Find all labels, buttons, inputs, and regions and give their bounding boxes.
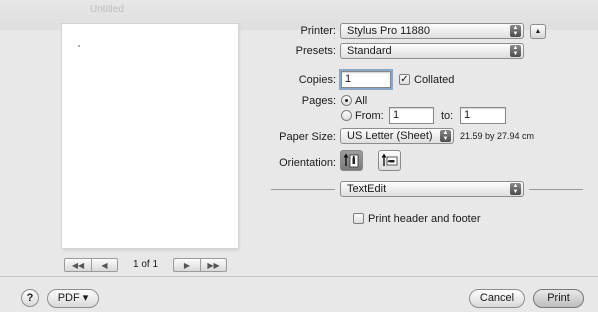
footer-divider <box>0 276 598 277</box>
landscape-orientation-button[interactable] <box>378 150 401 171</box>
preview-content-dot <box>78 45 80 47</box>
pages-all-label: All <box>355 95 368 107</box>
next-page-button[interactable]: ▶ <box>174 259 200 271</box>
last-page-button[interactable]: ▶▶ <box>200 259 226 271</box>
collated-checkbox[interactable]: ✓ <box>399 74 410 85</box>
presets-value: Standard <box>347 45 392 57</box>
disclosure-button[interactable]: ▲ <box>530 24 546 39</box>
copies-field[interactable]: 1 <box>339 69 393 90</box>
printer-select[interactable]: Stylus Pro 11880 ▲ ▼ <box>340 23 524 39</box>
section-divider-right <box>529 189 583 190</box>
triangle-up-icon: ▲ <box>534 28 542 35</box>
cancel-button[interactable]: Cancel <box>469 289 525 308</box>
background-window-title: Untitled <box>90 4 124 15</box>
print-preview-page <box>62 24 238 248</box>
collated-label: Collated <box>414 74 455 86</box>
copies-label: Copies: <box>298 74 336 86</box>
paper-dimensions: 21.59 by 27.94 cm <box>460 131 535 141</box>
preview-forward-buttons: ▶ ▶▶ <box>173 258 227 272</box>
previous-page-button[interactable]: ◀ <box>91 259 117 271</box>
print-section-select[interactable]: TextEdit ▲ ▼ <box>340 181 524 197</box>
pages-to-label: to: <box>441 110 454 122</box>
page-indicator: 1 of 1 <box>133 259 159 270</box>
popup-arrows-icon: ▲ ▼ <box>510 25 521 37</box>
pages-all-radio[interactable] <box>341 95 352 106</box>
paper-size-label: Paper Size: <box>279 131 336 143</box>
orientation-label: Orientation: <box>279 157 336 169</box>
paper-size-select[interactable]: US Letter (Sheet) ▲ ▼ <box>340 128 454 144</box>
pages-to-field[interactable]: 1 <box>460 107 506 124</box>
checkmark-icon: ✓ <box>400 74 409 85</box>
section-divider-left <box>271 189 335 190</box>
print-button[interactable]: Print <box>533 289 584 308</box>
presets-select[interactable]: Standard ▲ ▼ <box>340 43 524 59</box>
help-button[interactable]: ? <box>21 289 39 307</box>
pages-from-field[interactable]: 1 <box>389 107 434 124</box>
printer-label: Printer: <box>300 25 336 37</box>
presets-label: Presets: <box>295 45 336 57</box>
popup-arrows-icon: ▲ ▼ <box>510 45 521 57</box>
print-header-footer-checkbox[interactable] <box>353 213 364 224</box>
print-header-footer-label: Print header and footer <box>368 213 481 225</box>
preview-back-buttons: ◀◀ ◀ <box>64 258 118 272</box>
pdf-button[interactable]: PDF ▾ <box>47 289 99 308</box>
popup-arrows-icon: ▲ ▼ <box>440 130 451 142</box>
pages-label: Pages: <box>301 95 336 107</box>
portrait-orientation-icon <box>343 153 359 168</box>
paper-size-value: US Letter (Sheet) <box>347 130 433 142</box>
portrait-orientation-button[interactable] <box>340 150 363 171</box>
pages-from-label: From: <box>355 110 384 122</box>
first-page-button[interactable]: ◀◀ <box>65 259 91 271</box>
print-section-value: TextEdit <box>347 183 387 195</box>
popup-arrows-icon: ▲ ▼ <box>510 183 521 195</box>
landscape-orientation-icon <box>381 153 398 166</box>
pages-from-radio[interactable] <box>341 110 352 121</box>
printer-value: Stylus Pro 11880 <box>347 25 430 37</box>
